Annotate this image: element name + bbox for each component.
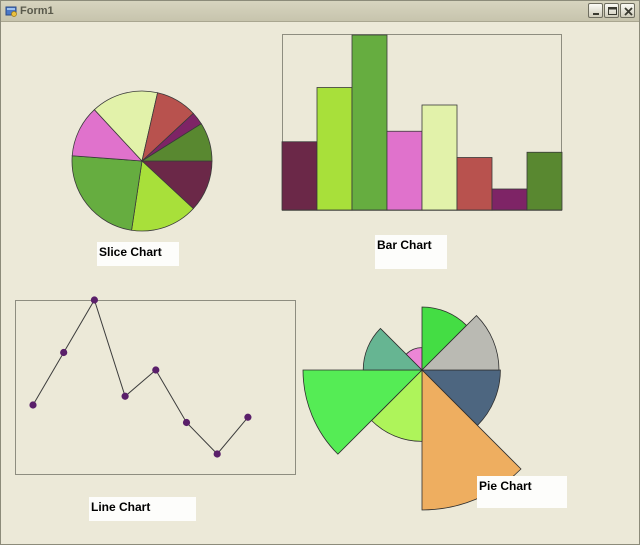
pie-chart-label: Pie Chart: [479, 479, 532, 493]
pie-chart-label-box: Pie Chart: [477, 476, 567, 508]
pie-chart[interactable]: [0, 0, 640, 545]
